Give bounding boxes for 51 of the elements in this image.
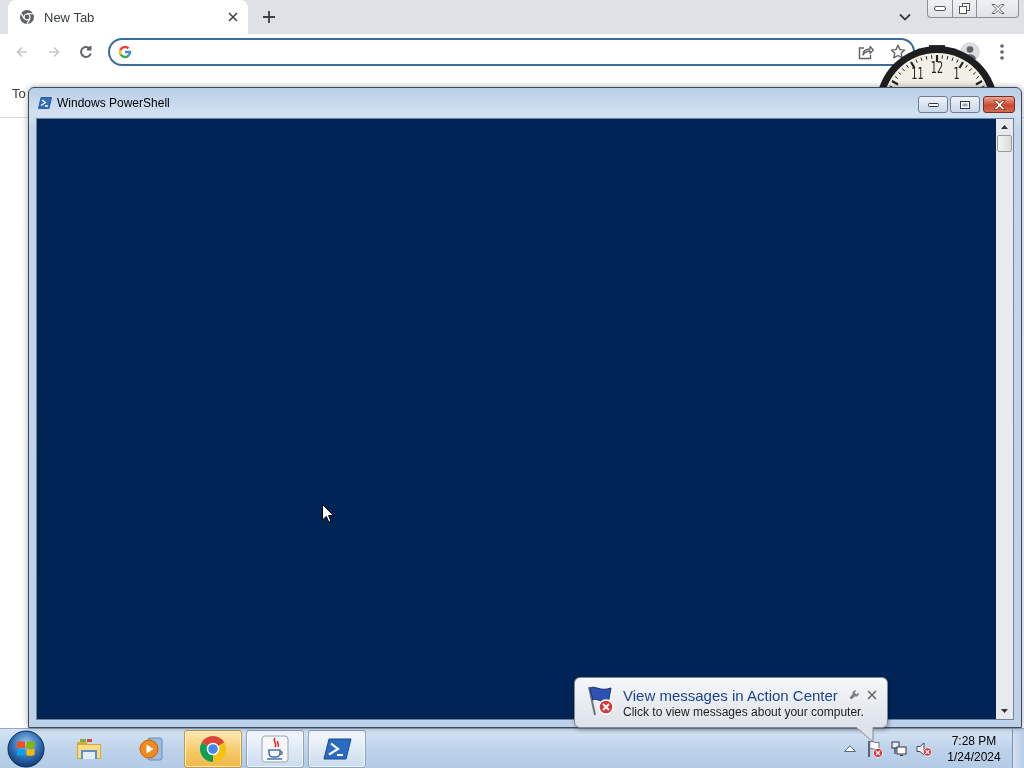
minimize-button[interactable]	[927, 0, 953, 18]
mouse-pointer-icon	[322, 504, 334, 523]
restore-button[interactable]	[953, 0, 977, 18]
clock-numeral: 1	[953, 64, 960, 83]
favicon-icon	[20, 10, 34, 24]
clock-date: 1/24/2024	[947, 748, 1001, 765]
maximize-button[interactable]	[950, 96, 980, 113]
minimize-button[interactable]	[918, 96, 948, 113]
scrollbar-thumb[interactable]	[997, 135, 1012, 152]
minimize-icon	[934, 6, 946, 11]
window-title: Windows PowerShell	[57, 96, 170, 110]
close-icon	[992, 99, 1006, 110]
scroll-up-arrow-icon[interactable]	[1001, 125, 1008, 129]
notification-title[interactable]: View messages in Action Center	[623, 686, 838, 705]
bookmarks-hint-text: To	[12, 86, 26, 101]
clock-time: 7:28 PM	[951, 732, 997, 749]
powershell-icon	[38, 96, 52, 110]
wrench-icon[interactable]	[849, 690, 859, 700]
notification-balloon[interactable]: View messages in Action Center Click to view messages about your computer.	[574, 677, 888, 728]
browser-tab[interactable]: New Tab	[8, 0, 248, 34]
taskbar-app-button[interactable]	[246, 729, 304, 768]
action-center-flag-icon[interactable]	[867, 739, 883, 758]
close-window-button[interactable]	[977, 0, 1019, 18]
start-button[interactable]	[7, 729, 45, 768]
new-tab-icon[interactable]	[262, 10, 276, 24]
chrome-logo-icon	[198, 733, 228, 764]
clock-numeral: 12	[930, 59, 944, 77]
more-menu-icon[interactable]	[1000, 44, 1004, 60]
taskbar-app-button[interactable]	[184, 729, 242, 768]
minimize-icon	[927, 102, 939, 107]
close-icon	[990, 3, 1005, 14]
share-icon[interactable]	[858, 44, 874, 60]
notification-message: Click to view messages about your computer.	[623, 705, 865, 720]
taskbar-app-button[interactable]	[308, 729, 366, 768]
bookmark-star-icon[interactable]	[890, 44, 906, 60]
restore-icon	[959, 3, 970, 14]
close-button[interactable]	[983, 96, 1015, 113]
close-icon[interactable]	[867, 690, 877, 700]
volume-icon[interactable]	[916, 740, 932, 757]
show-hidden-icons-arrow-icon[interactable]	[844, 745, 856, 752]
address-bar[interactable]	[108, 38, 915, 66]
reload-icon[interactable]	[78, 44, 94, 60]
close-tab-icon[interactable]	[228, 12, 238, 22]
java-cup-icon	[260, 733, 290, 764]
scrollbar[interactable]	[996, 119, 1013, 719]
scroll-down-arrow-icon[interactable]	[1001, 709, 1008, 713]
maximize-icon	[960, 100, 970, 109]
google-g-icon	[118, 45, 132, 59]
tab-search-caret-icon[interactable]	[899, 13, 911, 21]
network-icon[interactable]	[891, 740, 907, 757]
clock-numeral: 11	[911, 64, 924, 83]
